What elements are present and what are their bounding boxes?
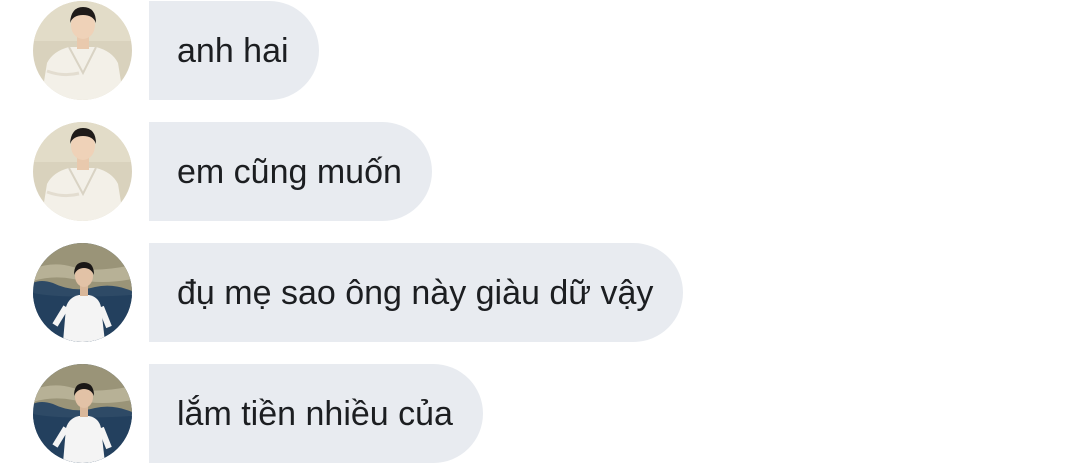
message-text: em cũng muốn	[177, 152, 402, 191]
message-text: đụ mẹ sao ông này giàu dữ vậy	[177, 273, 654, 312]
avatar[interactable]	[33, 243, 132, 342]
message-bubble[interactable]: đụ mẹ sao ông này giàu dữ vậy	[149, 243, 684, 342]
person-white-robe-icon	[33, 122, 132, 221]
person-seaside-icon	[33, 243, 132, 342]
person-white-robe-icon	[33, 1, 132, 100]
avatar[interactable]	[33, 364, 132, 463]
message-text: anh hai	[177, 31, 289, 70]
avatar[interactable]	[33, 1, 132, 100]
message-bubble[interactable]: em cũng muốn	[149, 122, 432, 221]
message-text: lắm tiền nhiều của	[177, 394, 453, 433]
avatar[interactable]	[33, 122, 132, 221]
message-bubble[interactable]: lắm tiền nhiều của	[149, 364, 483, 463]
person-seaside-icon	[33, 364, 132, 463]
message-bubble[interactable]: anh hai	[149, 1, 319, 100]
